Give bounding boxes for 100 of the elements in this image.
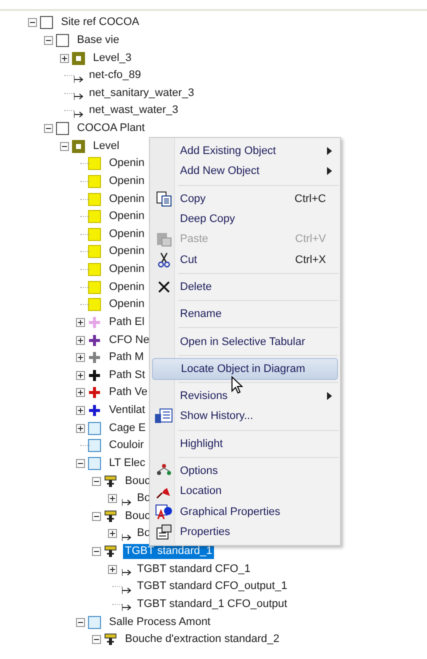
tree-item[interactable]: net-cfo_89 [87, 68, 143, 84]
square-icon [88, 174, 101, 188]
tree-item[interactable]: Bouc [123, 474, 152, 489]
tree-item[interactable]: TGBT standard_1 CFO_output [135, 596, 290, 612]
menu-item[interactable]: Deep Copy [152, 208, 338, 230]
tree-item[interactable]: Openin [107, 262, 146, 278]
t-icon [104, 510, 117, 523]
tree-item[interactable]: TGBT standard CFO_1 [135, 562, 253, 577]
tree-item[interactable]: Bouc [123, 508, 152, 524]
expand-toggle[interactable] [76, 370, 85, 380]
arrow-icon [122, 586, 132, 594]
expand-toggle[interactable] [44, 124, 53, 134]
square-icon [88, 210, 101, 224]
menu-item[interactable]: Cut Ctrl+X [152, 249, 338, 270]
expand-toggle[interactable] [92, 635, 101, 644]
expand-toggle[interactable] [60, 142, 69, 151]
menu-item[interactable]: Rename [152, 304, 338, 324]
list-icon [155, 408, 173, 424]
square-icon [88, 298, 101, 312]
expand-toggle[interactable] [108, 494, 117, 504]
tree-item[interactable]: CFO Ne [107, 332, 152, 348]
square-icon [88, 456, 101, 470]
square-icon [88, 192, 101, 206]
checkbox-icon[interactable] [40, 16, 53, 30]
expand-toggle[interactable] [108, 564, 117, 574]
menu-item[interactable]: Add New Object [152, 161, 338, 182]
tree-item[interactable]: Cage E [107, 420, 148, 436]
menu-item[interactable]: Location [152, 481, 338, 502]
tree-item[interactable]: TGBT standard CFO_output_1 [135, 579, 290, 594]
tree-item[interactable]: Base vie [75, 32, 122, 48]
tree-item[interactable]: Site ref COCOA [59, 15, 142, 30]
expand-toggle[interactable] [60, 54, 69, 63]
tree-item[interactable]: Path St [107, 368, 148, 383]
tree-item[interactable]: Openin [107, 209, 146, 224]
menu-item[interactable]: Add Existing Object [152, 141, 338, 162]
expand-toggle[interactable] [76, 388, 85, 398]
expand-toggle[interactable] [76, 318, 85, 327]
copy-icon [156, 190, 172, 207]
arrow-icon [122, 569, 132, 576]
menu-item[interactable]: Delete [152, 276, 338, 298]
tree-item[interactable]: Openin [107, 244, 146, 260]
tree-item[interactable]: Ventilat [107, 403, 148, 418]
tree-item[interactable]: Openin [107, 174, 146, 189]
menu-item[interactable]: Highlight [152, 434, 338, 454]
tree-item[interactable]: net_sanitary_water_3 [87, 86, 196, 101]
square-icon [88, 245, 101, 258]
square-icon [88, 157, 101, 170]
tree-item[interactable]: Level_3 [91, 50, 134, 66]
tree-item[interactable]: Salle Process Amont [107, 614, 212, 630]
menu-item[interactable]: Copy Ctrl+C [152, 188, 338, 209]
tree-item[interactable]: Path El [107, 314, 146, 330]
form-icon [156, 524, 172, 540]
expand-toggle[interactable] [76, 336, 85, 345]
tree-item[interactable]: Openin [107, 226, 146, 242]
expand-toggle[interactable] [76, 458, 85, 468]
t-icon [104, 545, 117, 558]
tree-item[interactable]: Path M [107, 350, 146, 366]
tree-item[interactable]: LT Elec [107, 456, 148, 471]
menu-item[interactable]: Properties [152, 522, 338, 542]
expand-toggle[interactable] [76, 424, 85, 433]
arrow-icon [122, 498, 132, 506]
expand-toggle[interactable] [28, 18, 37, 28]
checkbox-icon[interactable] [56, 122, 69, 136]
tree-item[interactable]: Openin [107, 156, 146, 172]
square-icon [88, 439, 101, 452]
tree-item[interactable]: Level [91, 138, 122, 154]
arrow-icon [74, 76, 84, 83]
close-icon [157, 280, 171, 294]
square-icon [88, 422, 101, 435]
arrow-icon [122, 604, 132, 612]
tree-item[interactable]: TGBT standard_1 [123, 544, 214, 560]
checkbox-icon[interactable] [56, 34, 69, 47]
tree-item[interactable]: COCOA Plant [75, 121, 147, 136]
tree-item[interactable]: Openin [107, 280, 146, 295]
expand-toggle[interactable] [76, 618, 85, 627]
expand-toggle[interactable] [44, 36, 53, 45]
expand-toggle[interactable] [76, 406, 85, 416]
menu-item[interactable]: Locate Object in Diagram [152, 358, 338, 380]
expand-toggle[interactable] [92, 547, 101, 556]
t-icon [104, 633, 117, 646]
mouse-cursor-icon [231, 376, 243, 394]
menu-item[interactable]: Show History... [152, 406, 338, 427]
expand-toggle[interactable] [76, 353, 85, 362]
tree-item[interactable]: Openin [107, 297, 146, 312]
scissors-icon [156, 252, 172, 268]
tree-item[interactable]: Couloir [107, 438, 146, 454]
tree-item[interactable]: net_wast_water_3 [87, 103, 180, 118]
expand-toggle[interactable] [108, 529, 117, 538]
clipboard-icon [156, 231, 172, 248]
expand-toggle[interactable] [92, 476, 101, 486]
menu-item[interactable]: Graphical Properties [152, 501, 338, 522]
tree-item[interactable]: Bouche d'extraction standard_2 [123, 632, 282, 648]
menu-item[interactable]: Options [152, 460, 338, 482]
tree-item[interactable]: Path Ve [107, 385, 150, 400]
t-icon [104, 474, 117, 488]
arrow-icon [122, 534, 132, 541]
menu-item[interactable]: Open in Selective Tabular [152, 331, 338, 352]
menu-item[interactable]: Revisions [152, 386, 338, 406]
expand-toggle[interactable] [92, 512, 101, 521]
tree-item[interactable]: Openin [107, 192, 146, 207]
